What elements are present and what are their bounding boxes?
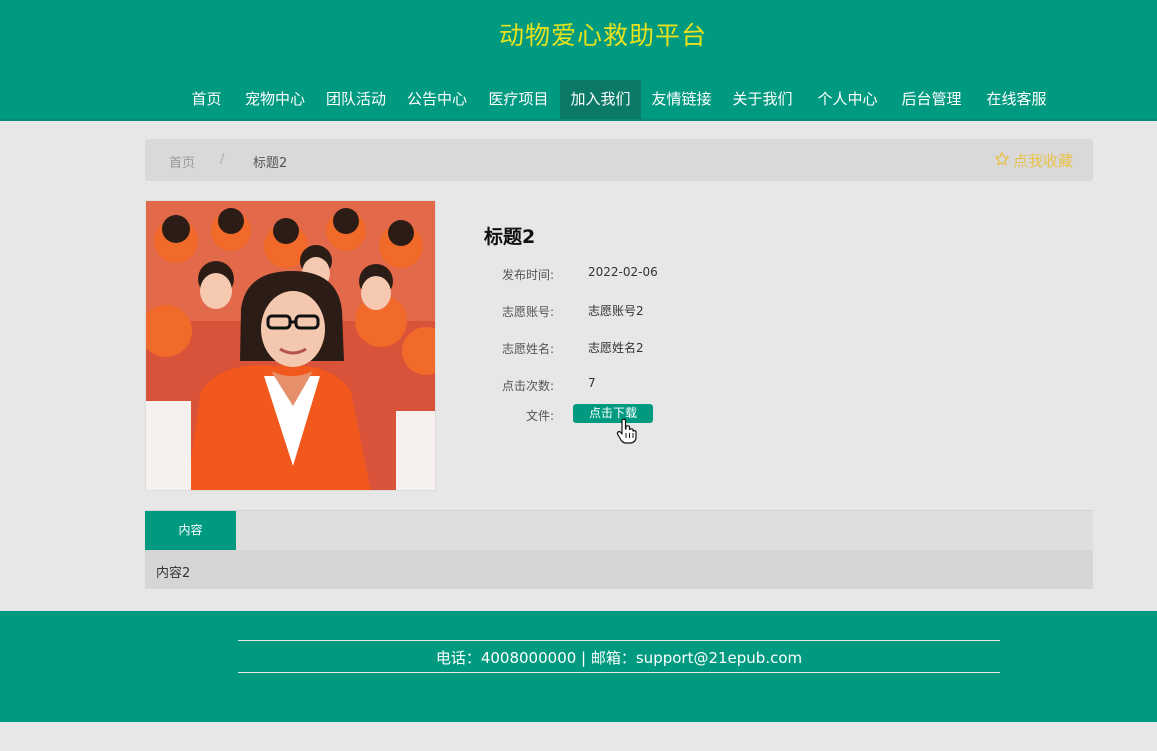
nav-item-personal[interactable]: 个人中心	[809, 80, 886, 119]
hand-pointer-icon	[616, 418, 638, 444]
favorite-button[interactable]: 点我收藏	[994, 150, 1073, 171]
field-label-volunteer-name: 志愿姓名:	[501, 342, 554, 356]
footer-divider-bottom	[238, 672, 1000, 673]
field-value-volunteer-account: 志愿账号2	[588, 304, 644, 318]
site-header: 动物爱心救助平台 首页 宠物中心 团队活动 公告中心 医疗项目 加入我们 友情链…	[0, 0, 1157, 121]
download-button[interactable]: 点击下载	[573, 404, 653, 423]
star-outline-icon	[994, 151, 1010, 171]
breadcrumb-separator: /	[220, 152, 225, 167]
field-label-file: 文件:	[525, 409, 554, 423]
field-label-click-count: 点击次数:	[501, 379, 554, 393]
nav-item-medical[interactable]: 医疗项目	[480, 80, 557, 119]
field-value-publish-time: 2022-02-06	[588, 265, 658, 279]
nav-item-links[interactable]: 友情链接	[643, 80, 720, 119]
footer-divider-top	[238, 640, 1000, 641]
nav-item-about[interactable]: 关于我们	[724, 80, 801, 119]
field-label-volunteer-account: 志愿账号:	[501, 305, 554, 319]
favorite-label: 点我收藏	[1012, 152, 1073, 170]
detail-title: 标题2	[484, 226, 536, 248]
tab-content[interactable]: 内容	[145, 511, 236, 550]
breadcrumb-home[interactable]: 首页	[169, 152, 195, 171]
nav-item-team-activity[interactable]: 团队活动	[318, 80, 394, 119]
nav-item-admin[interactable]: 后台管理	[893, 80, 970, 119]
field-value-volunteer-name: 志愿姓名2	[588, 341, 644, 355]
main-nav: 首页 宠物中心 团队活动 公告中心 医疗项目 加入我们 友情链接 关于我们 个人…	[0, 80, 1157, 119]
field-label-publish-time: 发布时间:	[501, 268, 554, 282]
nav-item-join-us[interactable]: 加入我们	[560, 80, 641, 119]
nav-item-support[interactable]: 在线客服	[978, 80, 1055, 119]
site-title: 动物爱心救助平台	[498, 21, 707, 50]
tab-content-panel: 内容2	[145, 550, 1093, 589]
site-footer: 电话：4008000000 | 邮箱：support@21epub.com	[0, 611, 1157, 722]
nav-item-pet-center[interactable]: 宠物中心	[237, 80, 313, 119]
breadcrumb: 首页 / 标题2 点我收藏	[145, 139, 1093, 181]
footer-contact: 电话：4008000000 | 邮箱：support@21epub.com	[435, 649, 803, 667]
nav-item-notice-center[interactable]: 公告中心	[399, 80, 475, 119]
detail-image	[145, 200, 436, 491]
field-value-click-count: 7	[588, 376, 596, 390]
breadcrumb-current: 标题2	[253, 156, 288, 171]
content-tabs: 内容	[145, 510, 1093, 550]
nav-item-home[interactable]: 首页	[181, 80, 232, 119]
